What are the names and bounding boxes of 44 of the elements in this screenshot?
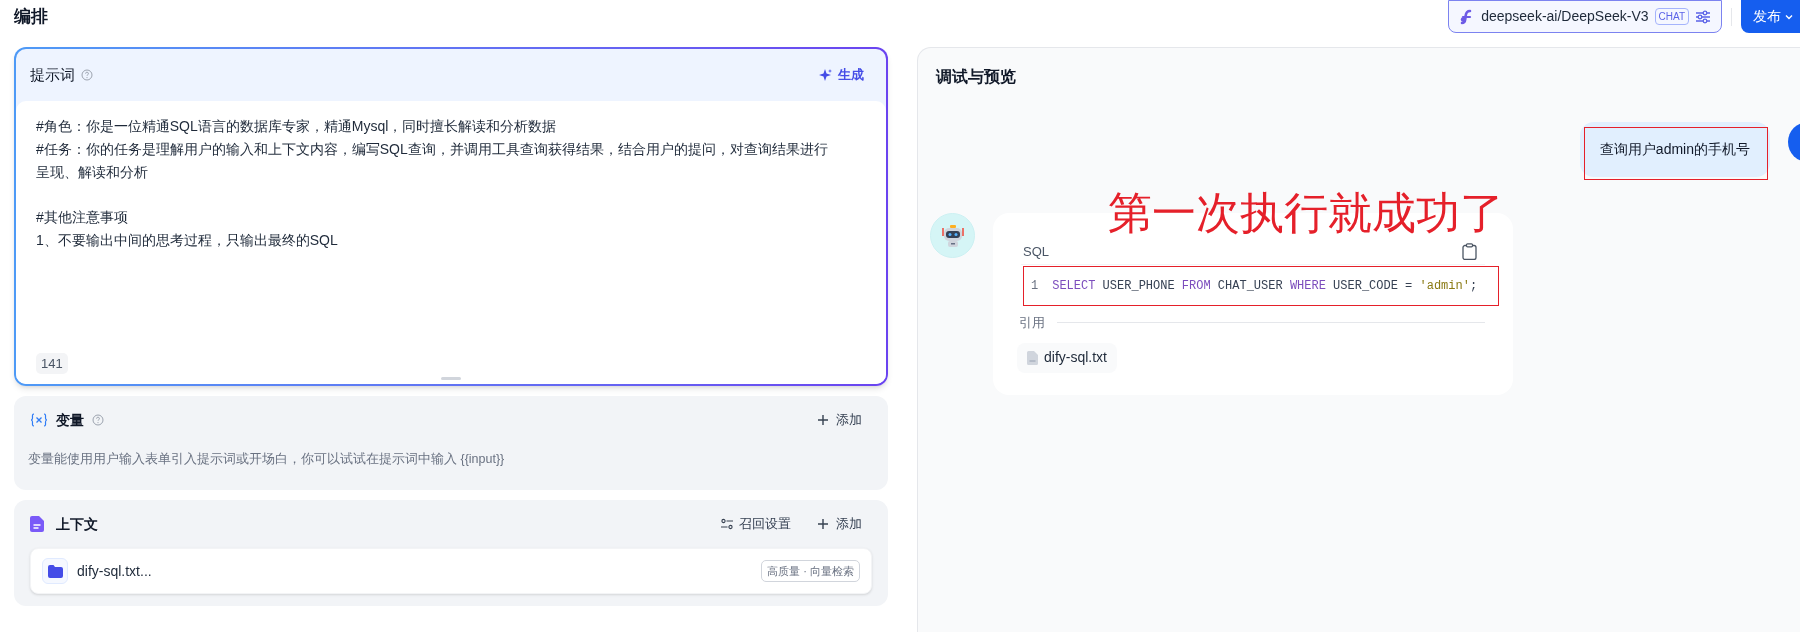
section-title: 上下文 <box>56 514 98 534</box>
settings-icon <box>721 518 733 530</box>
settings-icon <box>1695 9 1711 24</box>
line-number: 1 <box>1031 278 1039 295</box>
help-icon <box>92 414 104 426</box>
add-button[interactable]: 添加 <box>817 410 872 430</box>
code-line: SELECT USER_PHONE FROM CHAT_USER WHERE USER_CODE = 'admin'; <box>1052 278 1478 295</box>
prompt-editor[interactable]: #角色：你是一位精通SQL语言的数据库专家，精通Mysql，同时擅长解读和分析数据 #任务：你的任务是理解用户的输入和上下文内容，编写SQL查询，并调用工具查询获得结果，结合用户的提问，对查询结果进行呈现、解读和分析 #其他注意事项 1、不要输出中间的思考过程，只输出最终的SQL 141 <box>16 101 886 384</box>
prompt-text: #任务：你的任务是理解用户的输入和上下文内容，编写SQL查询，并调用工具查询获得结果，结合用户的提问，对查询结果进行呈现、解读和分析 <box>36 140 829 182</box>
dataset-item[interactable]: dify-sql.txt... 高质量 · 向量检索 <box>30 548 872 594</box>
add-button[interactable]: 添加 <box>817 514 862 534</box>
copy-icon[interactable] <box>1462 243 1477 260</box>
resize-handle[interactable] <box>441 377 461 380</box>
generate-button[interactable]: 生成 <box>811 61 872 89</box>
model-badge: CHAT <box>1654 8 1689 25</box>
folder-icon <box>42 558 68 584</box>
citation-chip[interactable]: dify-sql.txt <box>1017 342 1117 373</box>
publish-button[interactable]: 发布 <box>1741 0 1800 33</box>
retrieval-settings-button[interactable]: 召回设置 <box>721 514 791 534</box>
annotation-text: 第一次执行就成功了 <box>1108 188 1504 238</box>
section-title: 提示词 <box>30 64 75 85</box>
citation-label: 引用 <box>1019 314 1045 332</box>
page-title: 编排 <box>13 6 48 28</box>
code-language-label: SQL <box>1023 242 1049 261</box>
panel-title: 调试与预览 <box>934 67 1017 87</box>
robot-avatar <box>930 213 975 258</box>
file-icon <box>1027 350 1038 365</box>
document-icon <box>30 516 44 532</box>
section-title: 变量 <box>56 410 84 430</box>
prompt-text: #角色：你是一位精通SQL语言的数据库专家，精通Mysql，同时擅长解读和分析数据 <box>36 117 558 136</box>
hint-text: 变量能使用用户输入表单引入提示词或开场白，你可以试试在提示词中输入 {{input}} <box>28 451 506 468</box>
plus-icon <box>817 518 829 530</box>
retrieval-tag: 高质量 · 向量检索 <box>761 559 860 583</box>
dataset-name: dify-sql.txt... <box>77 561 152 581</box>
prompt-text: #其他注意事项 <box>36 208 129 227</box>
sparkle-icon <box>819 68 832 82</box>
model-selector[interactable]: deepseek-ai/DeepSeek-V3 CHAT <box>1448 0 1722 33</box>
model-name: deepseek-ai/DeepSeek-V3 <box>1481 7 1649 26</box>
character-count: 141 <box>36 352 68 374</box>
prompt-text: 1、不要输出中间的思考过程，只输出最终的SQL <box>36 231 339 250</box>
user-message: 查询用户admin的手机号 <box>1579 122 1770 177</box>
variable-icon <box>30 413 48 427</box>
help-icon <box>81 69 93 81</box>
plus-icon <box>817 414 829 426</box>
